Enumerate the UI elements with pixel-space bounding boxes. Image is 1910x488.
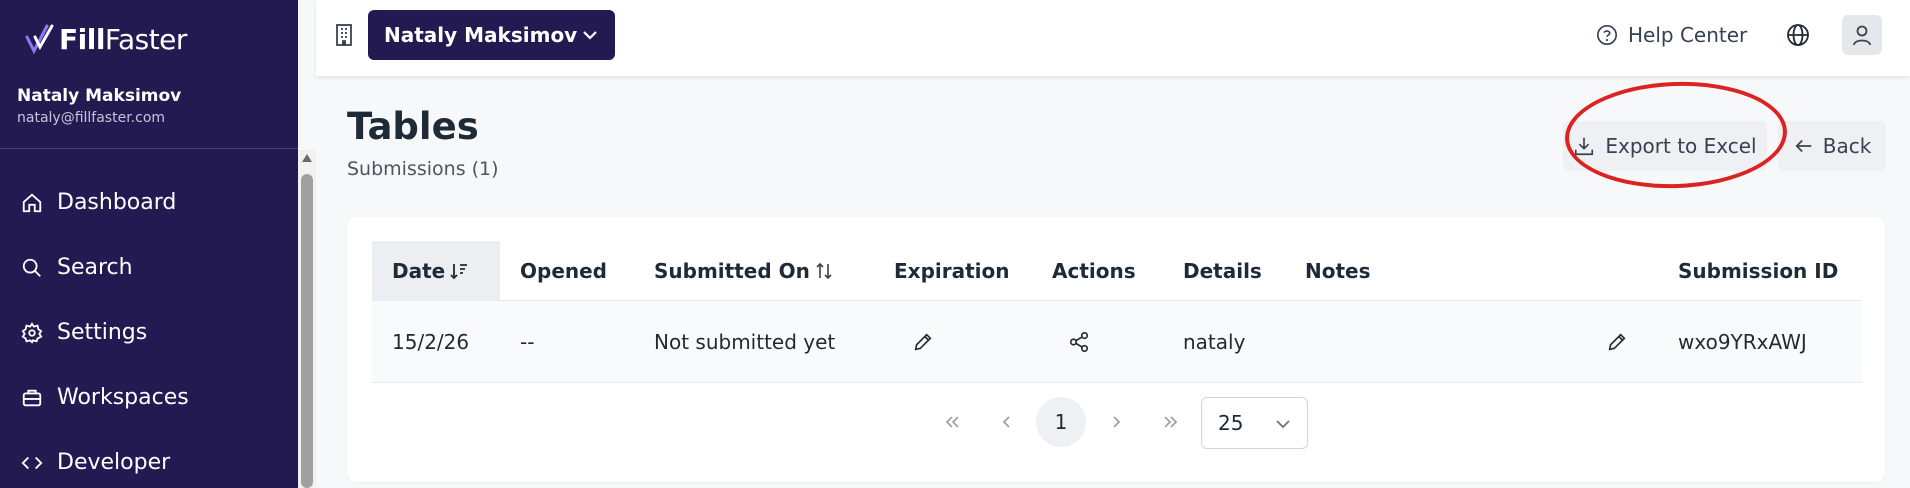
column-label: Opened — [520, 259, 608, 283]
cell-date: 15/2/26 — [392, 330, 470, 354]
sidebar-item-workspaces[interactable]: Workspaces — [0, 365, 298, 430]
share-icon — [1069, 332, 1089, 352]
submissions-table: Date Opened Submitted On Expiration Acti… — [372, 241, 1862, 383]
help-center-link[interactable]: Help Center — [1596, 20, 1747, 50]
column-header-date[interactable]: Date — [372, 241, 500, 301]
help-circle-icon — [1597, 25, 1617, 45]
column-label: Submission ID — [1678, 259, 1839, 283]
building-icon — [336, 24, 352, 46]
help-center-label: Help Center — [1628, 23, 1748, 47]
back-label: Back — [1822, 134, 1872, 158]
chevron-right-icon — [1113, 416, 1121, 428]
page-button-current[interactable]: 1 — [1036, 397, 1086, 447]
scroll-thumb[interactable] — [301, 174, 313, 488]
workspace-select-value: Nataly Maksimov — [384, 23, 578, 47]
chevrons-left-icon — [945, 416, 959, 428]
column-label: Submitted On — [654, 259, 810, 283]
page-subtitle: Submissions (1) — [347, 158, 499, 180]
export-to-excel-button[interactable]: Export to Excel — [1563, 121, 1767, 171]
column-header-notes: Notes — [1305, 241, 1371, 301]
column-header-submission-id: Submission ID — [1678, 241, 1838, 301]
workspace-select[interactable]: Nataly Maksimov — [368, 10, 615, 60]
code-icon — [21, 456, 43, 469]
column-header-expiration: Expiration — [894, 241, 1010, 301]
chevron-down-icon — [1276, 420, 1290, 429]
cell-submission-id: wxo9YRxAWJ — [1678, 330, 1807, 354]
pencil-icon — [1608, 333, 1626, 351]
table-row[interactable]: 15/2/26 -- Not submitted yet nataly wxo9… — [372, 301, 1862, 383]
sidebar-item-label: Developer — [57, 450, 171, 475]
first-page-button[interactable] — [927, 397, 977, 447]
chevron-down-icon — [583, 31, 597, 40]
table-header: Date Opened Submitted On Expiration Acti… — [372, 241, 1862, 301]
column-label: Actions — [1052, 259, 1136, 283]
cell-opened: -- — [520, 330, 535, 354]
sidebar-item-settings[interactable]: Settings — [0, 300, 298, 365]
sort-desc-icon — [450, 264, 468, 280]
download-icon — [1575, 137, 1594, 156]
edit-notes-button[interactable] — [1606, 301, 1628, 383]
back-button[interactable]: Back — [1778, 121, 1886, 171]
column-header-submitted-on[interactable]: Submitted On — [654, 241, 834, 301]
sidebar-item-label: Workspaces — [57, 385, 189, 410]
sidebar-item-label: Dashboard — [57, 190, 177, 215]
pencil-icon — [914, 333, 932, 351]
last-page-button[interactable] — [1146, 397, 1196, 447]
sidebar-item-developer[interactable]: Developer — [0, 430, 298, 488]
search-icon — [22, 258, 41, 277]
cell-submitted-on: Not submitted yet — [654, 330, 836, 354]
share-button[interactable] — [1068, 301, 1090, 383]
profile-button[interactable] — [1842, 15, 1882, 55]
user-name: Nataly Maksimov — [17, 86, 182, 106]
pagination: 1 25 — [347, 397, 1885, 449]
scroll-up-arrow[interactable] — [302, 154, 312, 162]
top-header: Nataly Maksimov Help Center — [316, 0, 1910, 76]
page-size-value: 25 — [1218, 411, 1244, 435]
column-label: Notes — [1305, 259, 1371, 283]
chevrons-right-icon — [1164, 416, 1178, 428]
sidebar-item-label: Search — [57, 255, 133, 280]
fillfaster-logo[interactable]: Fill Faster — [25, 20, 187, 58]
arrow-left-icon — [1795, 139, 1812, 153]
sidebar-item-dashboard[interactable]: Dashboard — [0, 170, 298, 235]
sidebar: Fill Faster Nataly Maksimov nataly@fillfa… — [0, 0, 298, 488]
logo-text-bold: Fill — [59, 22, 105, 56]
prev-page-button[interactable] — [982, 397, 1032, 447]
sidebar-nav: Dashboard Search Settings Workspaces Dev… — [0, 170, 298, 488]
export-label: Export to Excel — [1605, 134, 1757, 158]
globe-icon[interactable] — [1786, 23, 1810, 47]
page-title: Tables — [347, 105, 479, 148]
gear-icon — [21, 321, 43, 344]
sidebar-item-search[interactable]: Search — [0, 235, 298, 300]
sort-icon — [816, 262, 832, 280]
column-header-details: Details — [1183, 241, 1262, 301]
edit-expiration-button[interactable] — [912, 301, 934, 383]
cell-details: nataly — [1183, 330, 1246, 354]
page-size-select[interactable]: 25 — [1201, 397, 1308, 449]
briefcase-icon — [22, 389, 42, 406]
next-page-button[interactable] — [1091, 397, 1141, 447]
submissions-card: Date Opened Submitted On Expiration Acti… — [347, 217, 1885, 482]
chevron-left-icon — [1002, 416, 1010, 428]
column-label: Details — [1183, 259, 1262, 283]
sidebar-scrollbar[interactable] — [298, 150, 316, 488]
column-label: Date — [392, 259, 446, 283]
sidebar-item-label: Settings — [57, 320, 148, 345]
sidebar-divider — [0, 148, 298, 149]
logo-text-light: Faster — [104, 22, 188, 56]
user-icon — [1853, 25, 1871, 46]
column-header-actions: Actions — [1052, 241, 1136, 301]
user-email: nataly@fillfaster.com — [17, 110, 166, 126]
column-label: Expiration — [894, 259, 1010, 283]
column-header-opened: Opened — [520, 241, 607, 301]
home-icon — [22, 193, 42, 212]
logo-check-icon — [25, 24, 54, 55]
